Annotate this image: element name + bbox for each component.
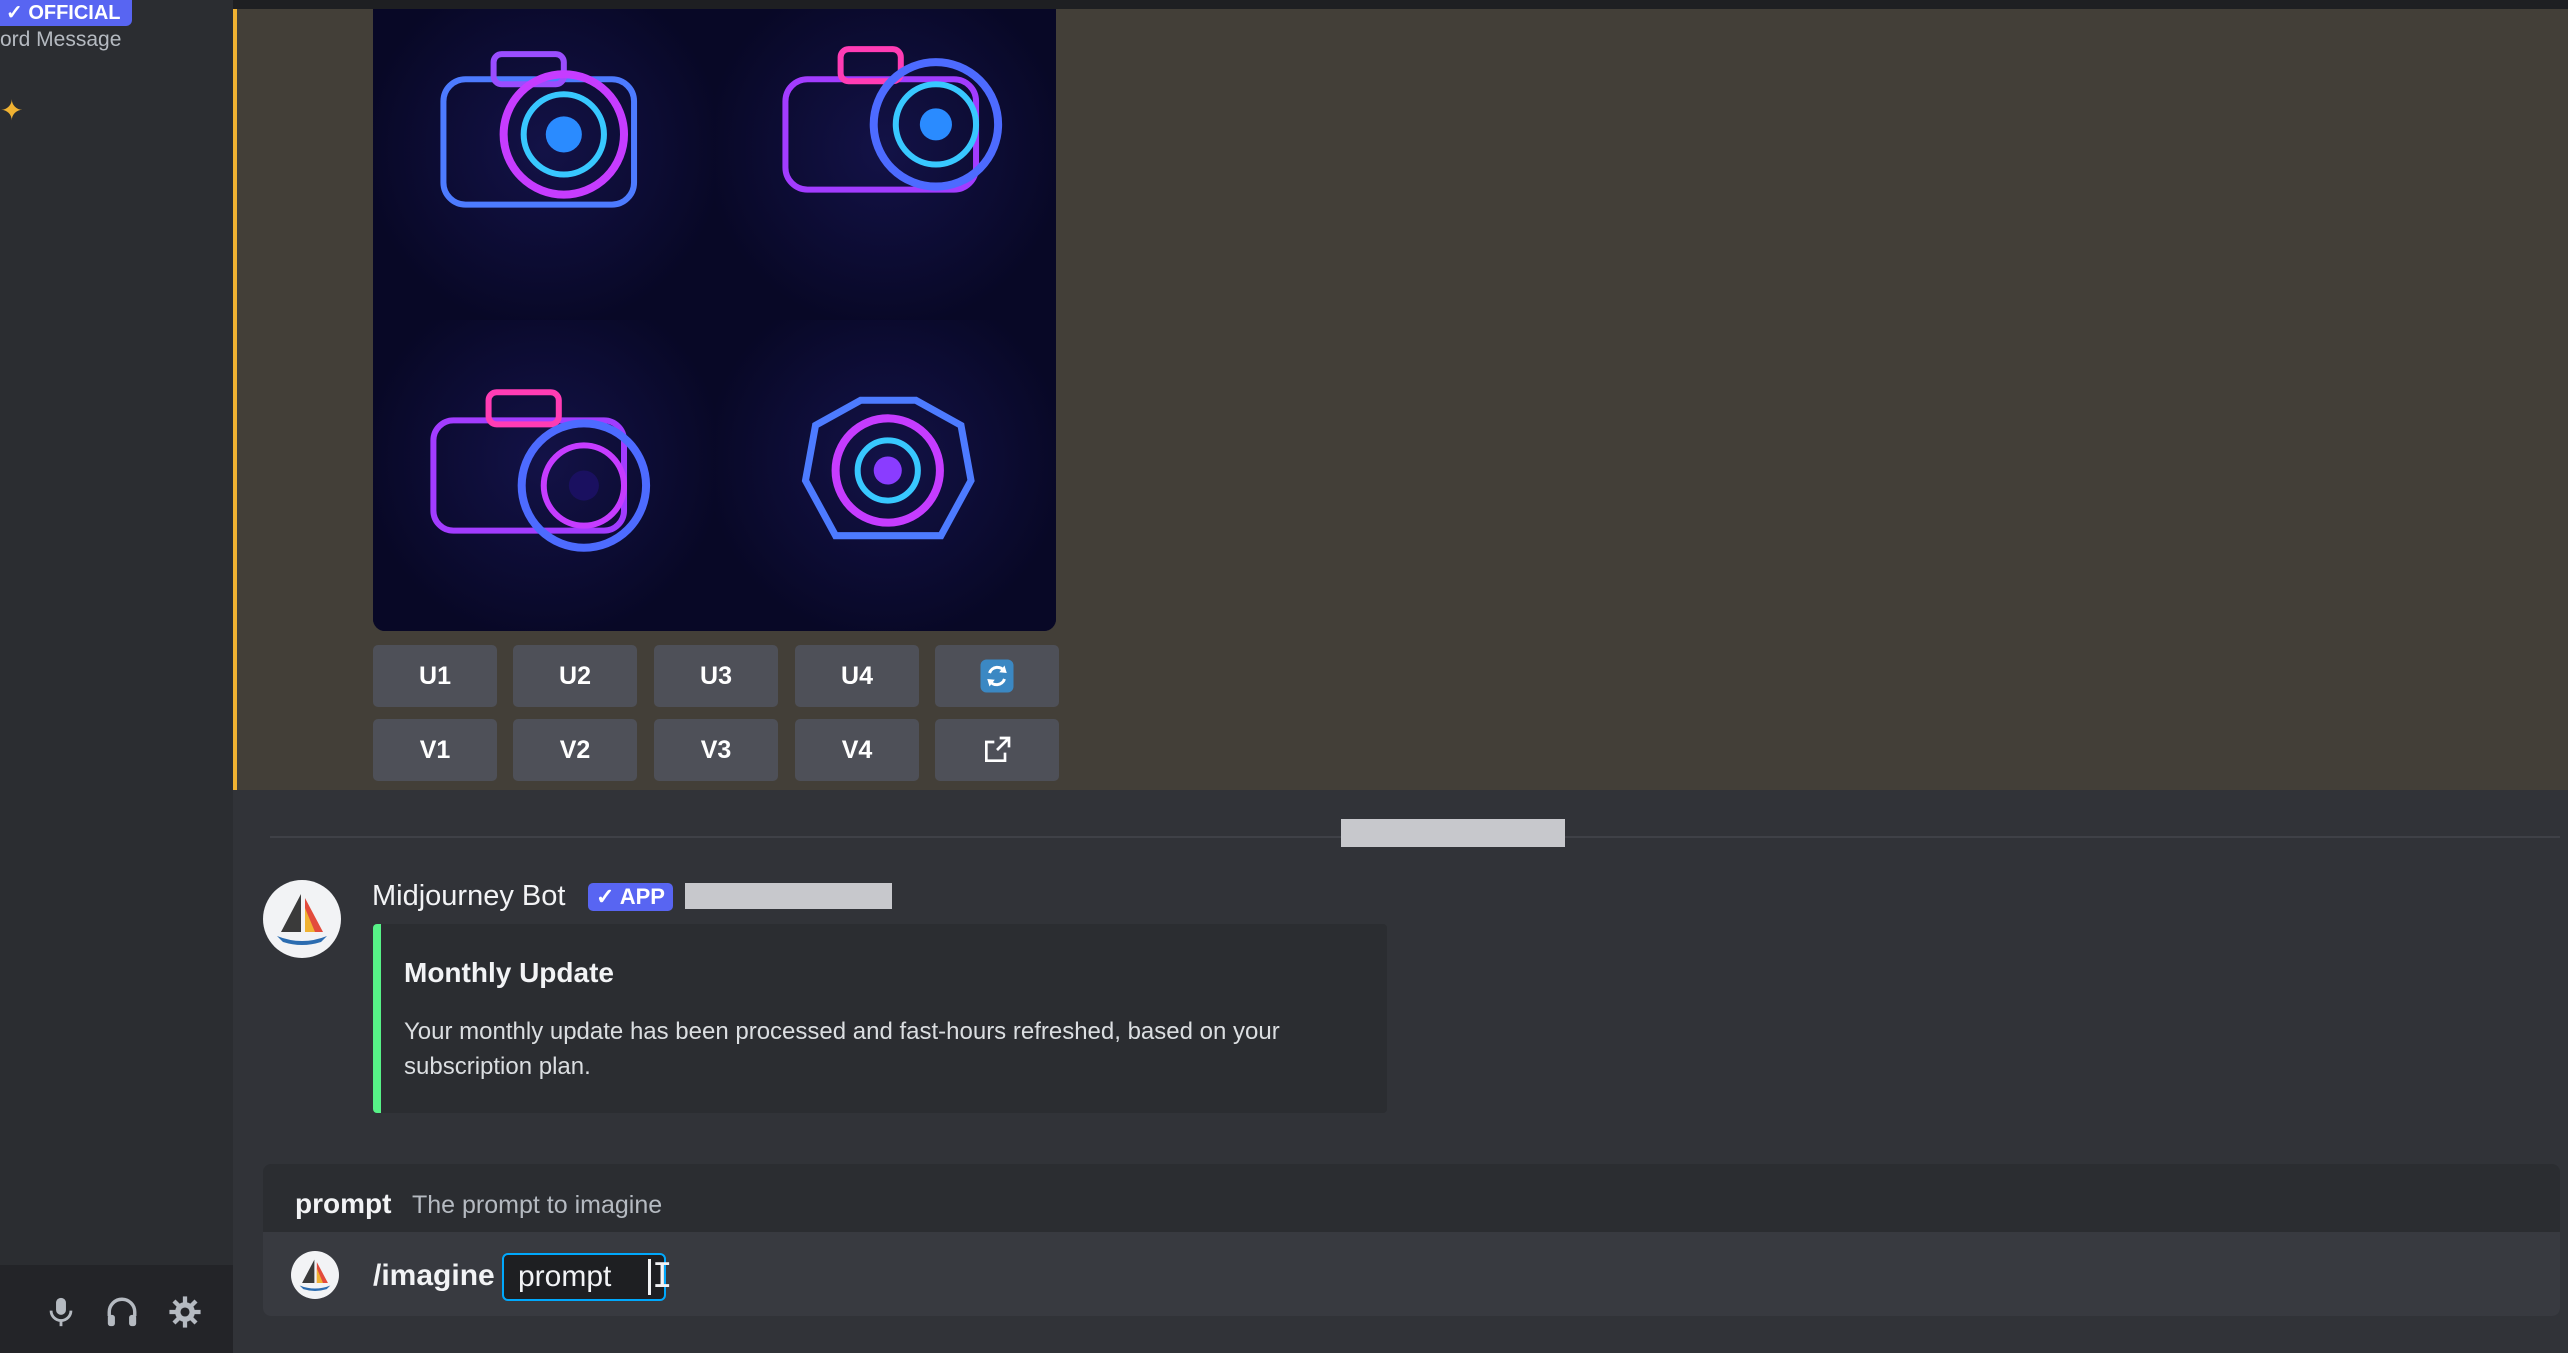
ibeam-cursor-icon: I [652,1256,673,1296]
reroll-button[interactable] [935,645,1059,707]
gear-icon[interactable] [168,1295,202,1329]
official-badge: ✓ OFFICIAL [0,0,132,26]
timestamp-redacted [685,883,892,909]
upscale-button-3[interactable]: U3 [654,645,778,707]
open-image-button[interactable] [935,719,1059,781]
midjourney-sailboat-icon [277,894,327,945]
window-top-bar [0,0,2568,9]
generated-image-grid[interactable] [373,9,1056,631]
bot-avatar[interactable] [263,880,341,958]
variation-button-3[interactable]: V3 [654,719,778,781]
sidebar [0,0,233,1353]
app-badge: ✓ APP [588,883,673,911]
slash-command: /imagine [373,1259,495,1292]
headphones-icon[interactable] [105,1295,139,1329]
upscale-button-2[interactable]: U2 [513,645,637,707]
external-link-icon [985,736,1011,762]
mention-highlight-bar [233,9,237,790]
refresh-icon [980,659,1014,693]
generated-image-4[interactable] [714,320,1056,631]
generated-image-2[interactable] [714,9,1056,320]
option-name: prompt [295,1188,392,1219]
microphone-icon[interactable] [44,1295,78,1329]
prompt-option-input[interactable]: prompt [502,1253,666,1301]
message-author[interactable]: Midjourney Bot [372,880,565,913]
command-app-avatar [291,1251,339,1299]
embed-description: Your monthly update has been processed a… [404,1018,1280,1080]
variation-button-1[interactable]: V1 [373,719,497,781]
option-description: The prompt to imagine [412,1191,663,1219]
sidebar-subtitle[interactable]: ord Message [0,28,121,52]
date-divider-label-redacted [1341,819,1565,847]
variation-button-2[interactable]: V2 [513,719,637,781]
upscale-button-1[interactable]: U1 [373,645,497,707]
text-cursor [648,1259,651,1295]
midjourney-sailboat-icon [299,1259,331,1291]
sparkle-icon: ✦ [0,95,24,126]
variation-button-4[interactable]: V4 [795,719,919,781]
generated-image-1[interactable] [373,9,715,320]
upscale-button-4[interactable]: U4 [795,645,919,707]
embed-title: Monthly Update [404,957,614,988]
generated-image-3[interactable] [373,320,715,631]
